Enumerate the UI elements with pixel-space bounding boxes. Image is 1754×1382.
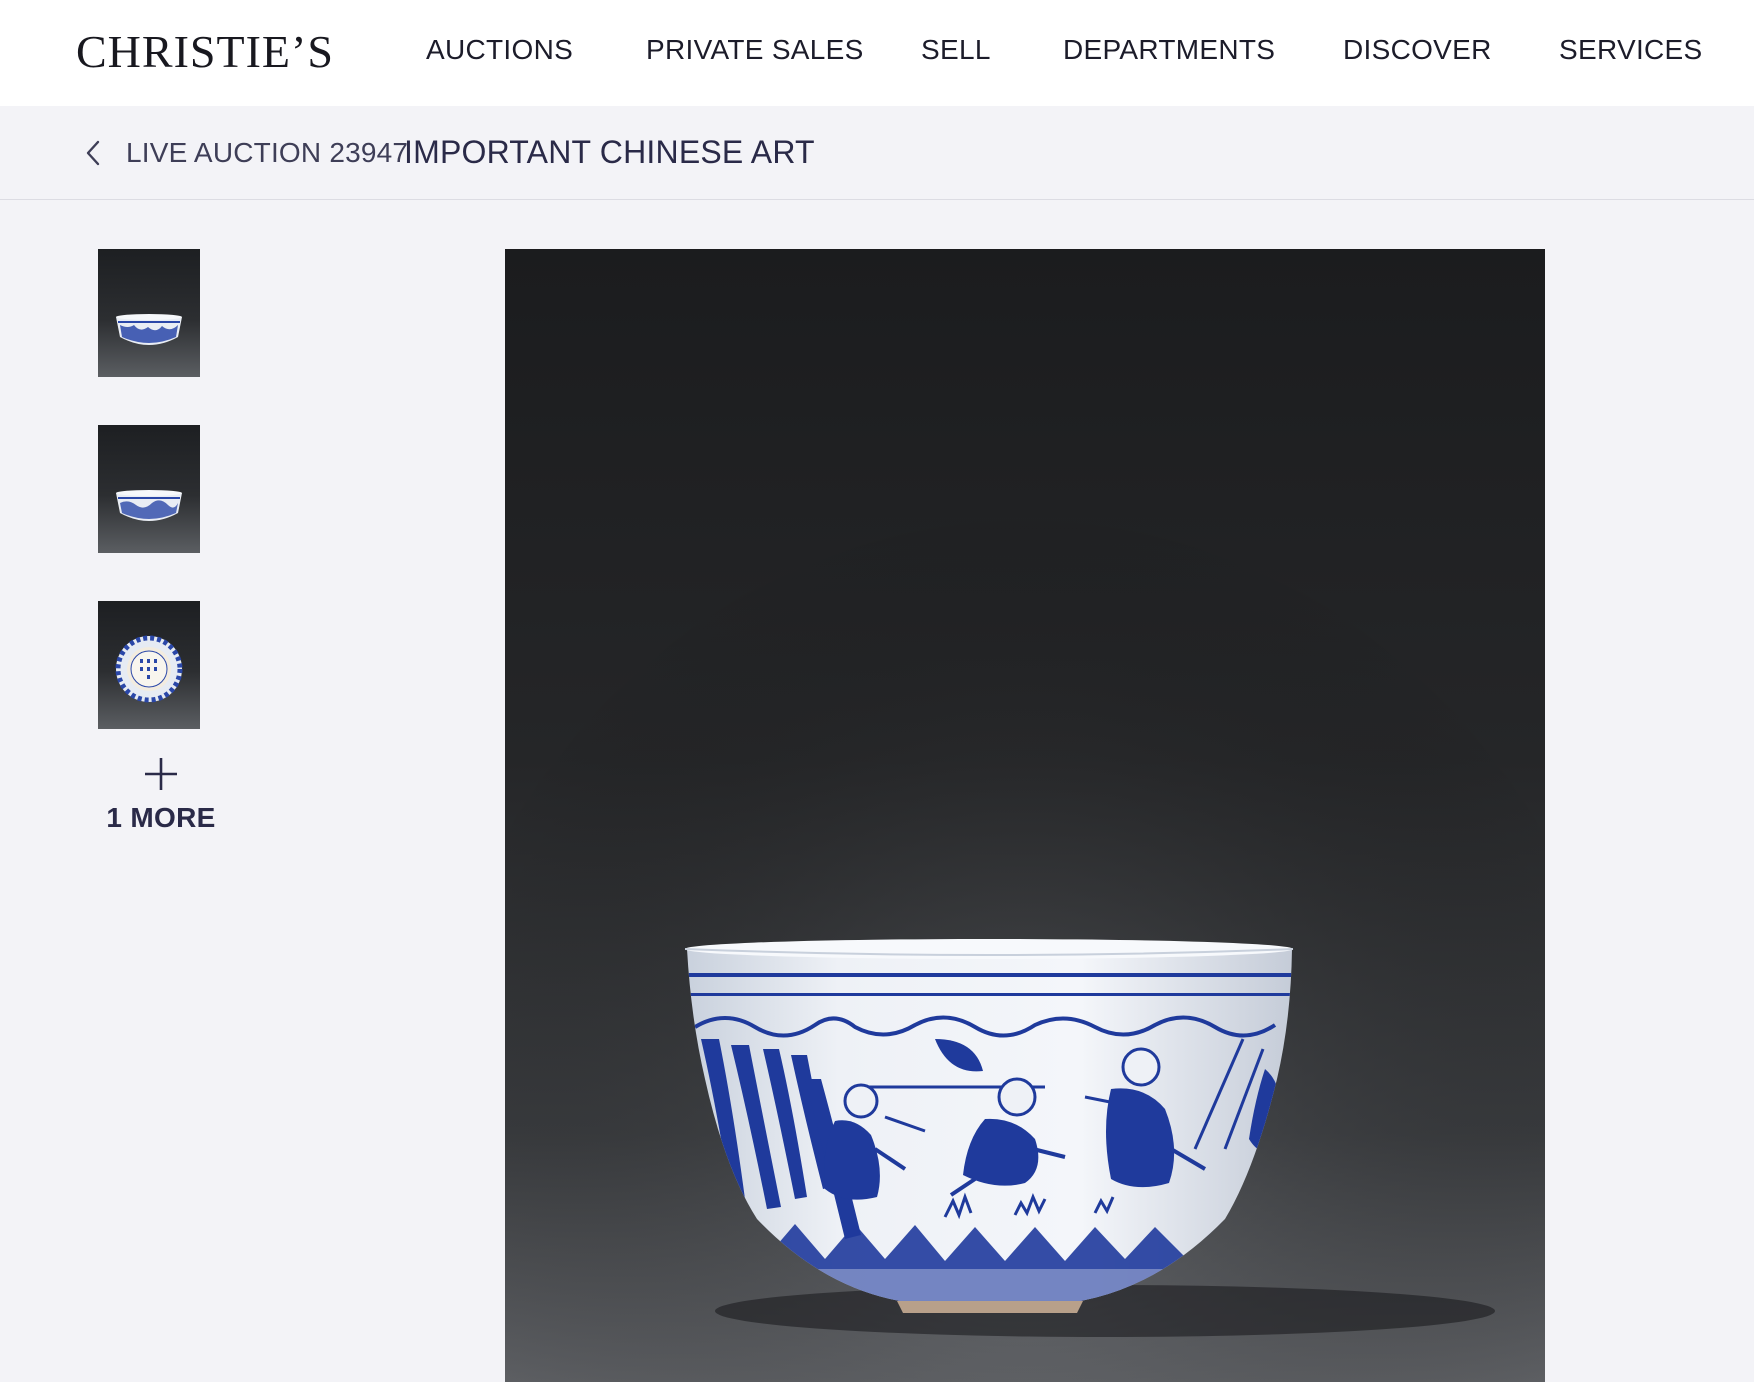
more-images-button[interactable]: 1 MORE [98, 756, 224, 834]
nav-private-sales[interactable]: PRIVATE SALES [646, 33, 864, 67]
nav-discover[interactable]: DISCOVER [1343, 33, 1492, 67]
thumbnail-1[interactable] [98, 249, 200, 377]
bowl-side-view-image [98, 249, 200, 377]
thumbnail-2[interactable] [98, 425, 200, 553]
auction-number-label[interactable]: LIVE AUCTION 23947 [126, 136, 408, 170]
nav-auctions[interactable]: AUCTIONS [426, 33, 573, 67]
top-navigation: CHRISTIE’S AUCTIONS PRIVATE SALES SELL D… [0, 0, 1754, 106]
christies-logo[interactable]: CHRISTIE’S [76, 24, 334, 80]
more-images-label: 1 MORE [106, 802, 216, 833]
sale-title[interactable]: IMPORTANT CHINESE ART [404, 134, 815, 170]
thumbnail-3[interactable] [98, 601, 200, 729]
bowl-side-view-image [98, 425, 200, 553]
chevron-left-icon[interactable] [82, 138, 104, 168]
breadcrumb: LIVE AUCTION 23947 IMPORTANT CHINESE ART [0, 106, 1754, 200]
nav-sell[interactable]: SELL [921, 33, 991, 67]
main-lot-image[interactable] [505, 249, 1545, 1382]
bowl-base-mark-image [98, 601, 200, 729]
nav-departments[interactable]: DEPARTMENTS [1063, 33, 1275, 67]
plus-icon [145, 758, 177, 790]
blue-and-white-bowl-image [505, 249, 1545, 1382]
nav-services[interactable]: SERVICES [1559, 33, 1703, 67]
